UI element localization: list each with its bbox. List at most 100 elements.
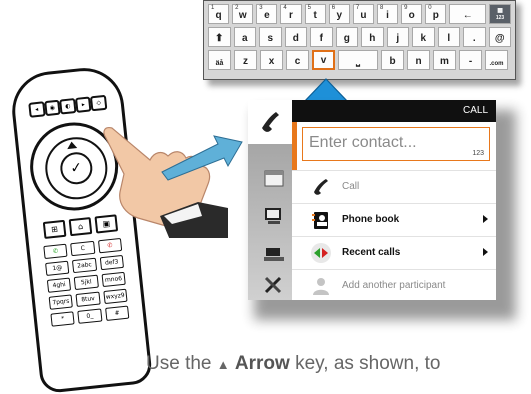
key-digit: 6 bbox=[331, 5, 336, 11]
space-key[interactable]: ⎵ bbox=[338, 50, 378, 70]
key-char: k bbox=[420, 33, 427, 44]
key-digit: 0 bbox=[428, 5, 432, 11]
key-o[interactable]: 9o bbox=[401, 4, 423, 24]
backspace-icon: ← bbox=[462, 10, 473, 21]
remote-button: ▸ bbox=[74, 96, 92, 113]
presentation-icon[interactable] bbox=[262, 204, 286, 228]
key-char: r bbox=[289, 10, 293, 21]
menu-item-add-participant[interactable]: Add another participant bbox=[292, 269, 496, 302]
key-z[interactable]: z bbox=[234, 50, 257, 70]
special-chars-key[interactable]: äå bbox=[208, 50, 231, 70]
key-dash[interactable]: - bbox=[459, 50, 482, 70]
key-at[interactable]: @ bbox=[488, 27, 511, 47]
key-char: . bbox=[472, 33, 476, 44]
call-panel: CALL Enter contact... 123 Call Phone boo… bbox=[248, 100, 496, 300]
key-f[interactable]: f bbox=[310, 27, 333, 47]
page-title: CALL bbox=[292, 100, 496, 122]
key-b[interactable]: b bbox=[381, 50, 404, 70]
key-digit: 8 bbox=[379, 5, 384, 11]
key-digit: 5 bbox=[307, 5, 311, 11]
key-char: s bbox=[267, 33, 274, 44]
selection-indicator bbox=[292, 122, 297, 170]
shift-icon: ⬆ bbox=[215, 33, 224, 44]
key-char: u bbox=[360, 10, 367, 21]
key-m[interactable]: m bbox=[433, 50, 456, 70]
sidebar-item-call[interactable] bbox=[248, 100, 292, 144]
key-y[interactable]: 6y bbox=[328, 4, 350, 24]
menu-item-recent-calls[interactable]: Recent calls bbox=[292, 236, 496, 269]
key-s[interactable]: s bbox=[259, 27, 282, 47]
camera-icon[interactable] bbox=[262, 240, 286, 264]
key-char: f bbox=[319, 33, 323, 44]
key-char: a bbox=[241, 33, 248, 44]
key-char: äå bbox=[215, 60, 224, 67]
key-char: q bbox=[215, 10, 222, 21]
key-x[interactable]: x bbox=[260, 50, 283, 70]
key-char: - bbox=[468, 56, 473, 67]
input-mode-label: 123 bbox=[472, 150, 484, 157]
remote-numeric-key: 2abc bbox=[72, 257, 97, 274]
contact-input[interactable]: Enter contact... 123 bbox=[302, 127, 490, 161]
key-h[interactable]: h bbox=[361, 27, 384, 47]
key-q[interactable]: 1q bbox=[208, 4, 230, 24]
call-options-list: Call Phone book Recent calls Add another… bbox=[292, 170, 496, 302]
remote-numeric-key: 7pqrs bbox=[48, 294, 74, 310]
menu-item-call[interactable]: Call bbox=[292, 170, 496, 203]
key-e[interactable]: 3e bbox=[256, 4, 278, 24]
key-g[interactable]: g bbox=[335, 27, 358, 47]
key-char: .com bbox=[489, 61, 504, 67]
remote-numeric-key: 8tuv bbox=[75, 291, 101, 307]
menu-item-phone-book[interactable]: Phone book bbox=[292, 203, 496, 236]
key-char: v bbox=[320, 55, 327, 66]
key-r[interactable]: 4r bbox=[280, 4, 302, 24]
remote-button: ◂ bbox=[28, 101, 46, 118]
key-w[interactable]: 2w bbox=[232, 4, 254, 24]
key-k[interactable]: k bbox=[412, 27, 435, 47]
key-digit: 1 bbox=[211, 5, 215, 11]
key-t[interactable]: 5t bbox=[304, 4, 326, 24]
key-digit: 4 bbox=[283, 5, 287, 11]
key-n[interactable]: n bbox=[407, 50, 430, 70]
key-char: z bbox=[243, 56, 248, 67]
grid-icon: ▦ bbox=[497, 8, 503, 14]
key-j[interactable]: j bbox=[386, 27, 409, 47]
settings-tools-icon[interactable] bbox=[262, 272, 286, 296]
key-char: m bbox=[440, 56, 449, 67]
remote-top-buttons: ◂ ◉ ◐ ▸ ◇ bbox=[28, 94, 108, 118]
key-char: d bbox=[292, 33, 299, 44]
backspace-key[interactable]: ← bbox=[449, 4, 487, 24]
arrow-up-icon: ▲ bbox=[216, 357, 230, 372]
remote-numeric-key: mno6 bbox=[101, 271, 126, 288]
keyboard-row-1: 1q 2w 3e 4r 5t 6y 7u 8i 9o 0p ← ▦ 123 bbox=[208, 4, 512, 24]
key-char: o bbox=[408, 10, 415, 21]
key-v-selected[interactable]: v bbox=[312, 50, 335, 70]
phone-handset-icon bbox=[314, 179, 328, 195]
menu-item-label: Call bbox=[342, 181, 360, 192]
remote-numeric-key: wxyz9 bbox=[102, 288, 128, 305]
key-i[interactable]: 8i bbox=[376, 4, 399, 24]
calendar-icon[interactable] bbox=[262, 166, 286, 190]
key-p[interactable]: 0p bbox=[425, 4, 447, 24]
key-char: c bbox=[294, 56, 301, 67]
key-u[interactable]: 7u bbox=[352, 4, 374, 24]
submenu-arrow-icon bbox=[483, 215, 488, 223]
key-char: b bbox=[389, 56, 396, 67]
remote-call-key: ✆ bbox=[43, 243, 68, 260]
contact-input-placeholder: Enter contact... bbox=[309, 134, 417, 151]
keyboard-mode-key[interactable]: ▦ 123 bbox=[489, 4, 512, 24]
key-dotcom[interactable]: .com bbox=[485, 50, 508, 70]
key-char: e bbox=[264, 10, 270, 21]
remote-numeric-key: 1@ bbox=[45, 260, 70, 276]
remote-clear-key: C bbox=[70, 240, 96, 257]
remote-button: ◐ bbox=[59, 98, 77, 115]
instruction-caption: Use the ▲ Arrow key, as shown, to bbox=[146, 353, 441, 375]
menu-item-label: Recent calls bbox=[342, 247, 401, 258]
key-period[interactable]: . bbox=[463, 27, 486, 47]
shift-key[interactable]: ⬆ bbox=[208, 27, 231, 47]
phone-handset-icon bbox=[262, 112, 279, 132]
key-digit: 7 bbox=[355, 5, 360, 11]
key-a[interactable]: a bbox=[233, 27, 256, 47]
key-d[interactable]: d bbox=[284, 27, 307, 47]
key-l[interactable]: l bbox=[437, 27, 460, 47]
key-c[interactable]: c bbox=[286, 50, 309, 70]
